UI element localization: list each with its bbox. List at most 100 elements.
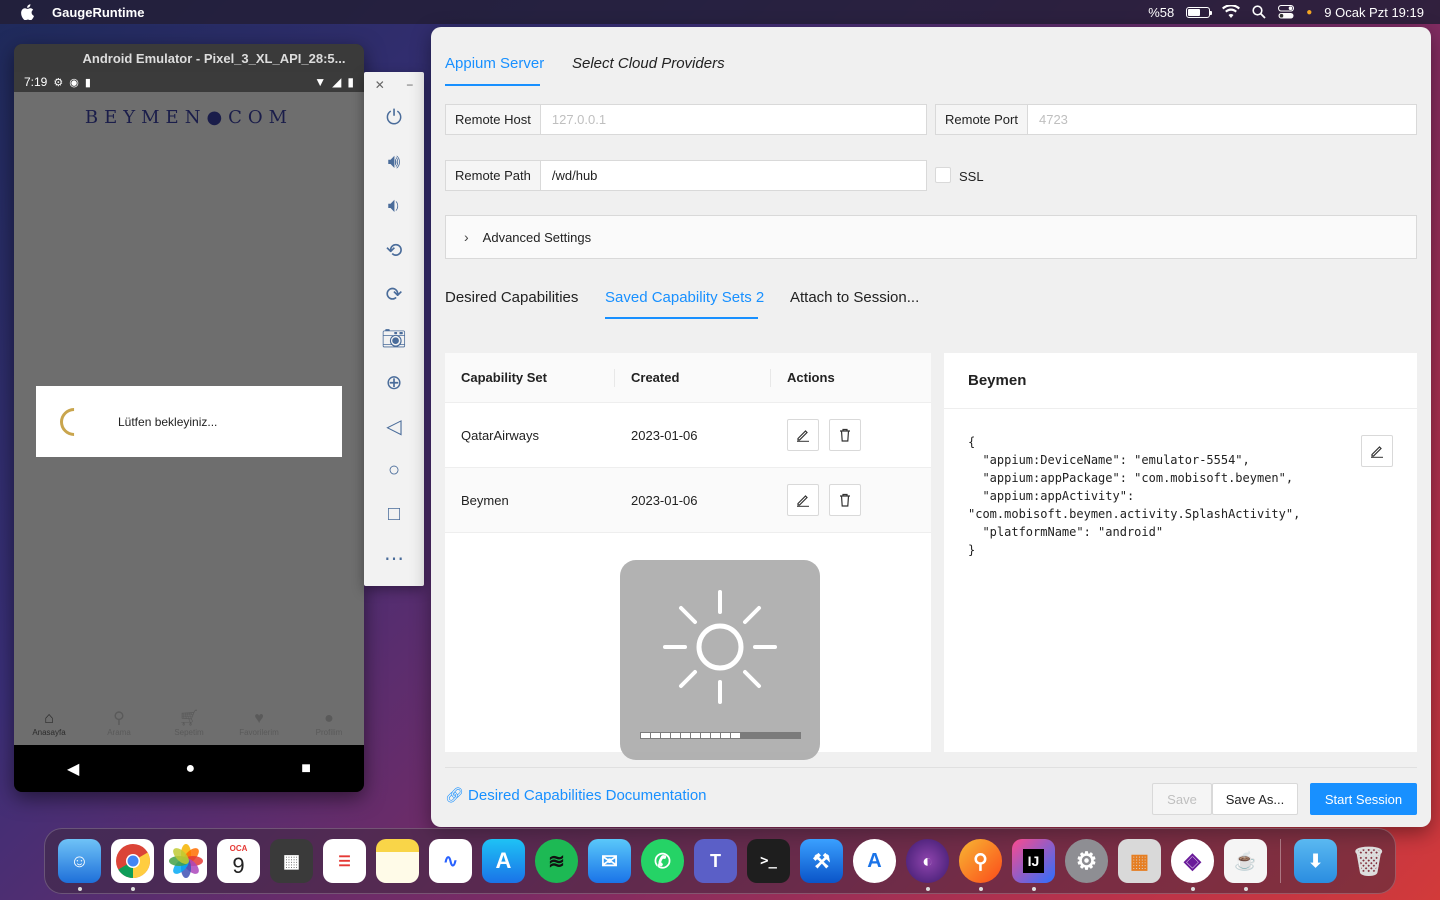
- finder-icon[interactable]: ☺: [57, 839, 102, 891]
- android-studio-icon[interactable]: A: [852, 839, 897, 883]
- emulator-toolbar: ✕ − ⏻ 🔊︎ 🔉︎ ⟲ ⟳ 📷︎ ⊕ ◁ ○ □ ⋯: [364, 72, 424, 586]
- battery-icon: ▮: [347, 75, 354, 89]
- recents-icon[interactable]: ■: [301, 760, 311, 778]
- tab-saved-capability-sets[interactable]: Saved Capability Sets 2: [605, 289, 764, 306]
- tab-attach-to-session[interactable]: Attach to Session...: [790, 289, 919, 306]
- notes-icon[interactable]: [375, 839, 420, 883]
- tab-label: Favorilerim: [239, 727, 279, 737]
- app-store-icon[interactable]: A: [481, 839, 526, 883]
- brightness-segment: [721, 733, 730, 738]
- back-icon[interactable]: ◁: [364, 404, 424, 448]
- xcode-icon[interactable]: ⚒: [799, 839, 844, 883]
- loading-text: Lütfen bekleyiniz...: [118, 414, 218, 429]
- tab-profilim[interactable]: ● Profilim: [294, 701, 364, 745]
- brightness-segment: [661, 733, 670, 738]
- advanced-settings-collapse[interactable]: › Advanced Settings: [445, 215, 1417, 259]
- spotlight-search-icon[interactable]: [1252, 5, 1266, 19]
- system-settings-icon[interactable]: ⚙: [1064, 839, 1109, 883]
- freeform-icon[interactable]: ∿: [428, 839, 473, 883]
- spotify-icon[interactable]: ≋: [534, 839, 579, 883]
- tab-cloud-providers[interactable]: Select Cloud Providers: [572, 55, 725, 72]
- control-center-icon[interactable]: [1278, 5, 1295, 19]
- trash-icon[interactable]: 🗑︎: [1347, 839, 1391, 883]
- zoom-icon[interactable]: ⊕: [364, 360, 424, 404]
- delete-button[interactable]: [829, 419, 861, 451]
- power-icon[interactable]: ⏻: [364, 96, 424, 140]
- terminal-icon[interactable]: >_: [746, 839, 791, 883]
- home-icon[interactable]: ○: [364, 448, 424, 492]
- tab-sepetim[interactable]: 🛒︎ Sepetim: [154, 701, 224, 745]
- calculator-icon[interactable]: ▦: [269, 839, 314, 883]
- tab-arama[interactable]: ⚲ Arama: [84, 701, 154, 745]
- camera-icon[interactable]: 📷︎: [364, 316, 424, 360]
- mail-icon[interactable]: ✉: [587, 839, 632, 883]
- photos-icon[interactable]: [163, 839, 208, 883]
- tab-label: Anasayfa: [32, 727, 66, 737]
- bottom-tab-bar: ⌂ Anasayfa ⚲ Arama 🛒︎ Sepetim ♥ Favorile…: [14, 701, 364, 745]
- edit-icon: [797, 430, 809, 442]
- running-indicator: [77, 887, 82, 891]
- delete-button[interactable]: [829, 484, 861, 516]
- close-icon[interactable]: ✕: [375, 78, 385, 96]
- tab-anasayfa[interactable]: ⌂ Anasayfa: [14, 701, 84, 745]
- battery-icon[interactable]: [1186, 6, 1213, 18]
- tab-favorilerim[interactable]: ♥ Favorilerim: [224, 701, 294, 745]
- chrome-icon[interactable]: [110, 839, 155, 891]
- intellij-icon[interactable]: IJ: [1011, 839, 1056, 891]
- start-session-button[interactable]: Start Session: [1310, 783, 1417, 815]
- minimize-icon[interactable]: −: [406, 78, 413, 96]
- date-time[interactable]: 9 Ocak Pzt 19:19: [1324, 5, 1424, 20]
- reminders-icon[interactable]: ☰: [322, 839, 367, 883]
- appium-icon[interactable]: ◈: [1170, 839, 1215, 891]
- save-button[interactable]: Save: [1152, 783, 1212, 815]
- apple-menu-icon[interactable]: [20, 4, 34, 20]
- wifi-icon[interactable]: [1222, 5, 1241, 19]
- table-row[interactable]: Beymen 2023-01-06: [445, 468, 931, 533]
- running-indicator: [978, 887, 983, 891]
- documentation-link[interactable]: 🔗︎ Desired Capabilities Documentation: [445, 786, 707, 805]
- rotate-left-icon[interactable]: ⟲: [364, 228, 424, 272]
- more-icon[interactable]: ⋯: [364, 536, 424, 580]
- edit-capabilities-button[interactable]: [1361, 435, 1393, 467]
- calendar-icon[interactable]: OCA 9: [216, 839, 261, 883]
- ssl-label: SSL: [959, 169, 984, 184]
- java-icon[interactable]: ☕: [1223, 839, 1268, 891]
- eclipse-icon[interactable]: ◐: [905, 839, 950, 891]
- android-screen[interactable]: BEYMEN●COM Lütfen bekleyiniz... ⌂ Anasay…: [14, 92, 364, 745]
- table-row[interactable]: QatarAirways 2023-01-06: [445, 403, 931, 468]
- remote-port-input[interactable]: [1027, 105, 1416, 134]
- edit-button[interactable]: [787, 419, 819, 451]
- emulator-title: Android Emulator - Pixel_3_XL_API_28:5..…: [14, 44, 364, 72]
- back-icon[interactable]: ◀: [67, 759, 79, 779]
- app-name[interactable]: GaugeRuntime: [52, 5, 144, 20]
- edit-button[interactable]: [787, 484, 819, 516]
- save-as-button[interactable]: Save As...: [1212, 783, 1298, 815]
- chevron-right-icon: ›: [464, 229, 469, 245]
- table-header: Capability Set Created Actions: [445, 353, 931, 403]
- volume-down-icon[interactable]: 🔉︎: [364, 184, 424, 228]
- whatsapp-icon[interactable]: ✆: [640, 839, 685, 883]
- rotate-right-icon[interactable]: ⟳: [364, 272, 424, 316]
- overview-icon[interactable]: □: [364, 492, 424, 536]
- inspector-icon[interactable]: ⚲: [958, 839, 1003, 891]
- home-button-icon[interactable]: ●: [185, 760, 195, 778]
- capability-json: { "appium:DeviceName": "emulator-5554", …: [968, 435, 1301, 557]
- capability-detail-card: Beymen { "appium:DeviceName": "emulator-…: [944, 353, 1417, 752]
- dock-separator: [1280, 839, 1281, 883]
- ssl-checkbox[interactable]: [935, 167, 951, 183]
- edit-icon: [797, 495, 809, 507]
- brightness-segment: [731, 733, 740, 738]
- running-indicator: [130, 887, 135, 891]
- remote-path-input[interactable]: [540, 161, 926, 190]
- teams-icon[interactable]: T: [693, 839, 738, 883]
- tab-appium-server[interactable]: Appium Server: [445, 55, 544, 72]
- launchpad-icon[interactable]: ▦: [1117, 839, 1162, 883]
- volume-up-icon[interactable]: 🔊︎: [364, 140, 424, 184]
- tab-desired-capabilities[interactable]: Desired Capabilities: [445, 289, 578, 306]
- active-subtab-indicator: [605, 317, 758, 319]
- brightness-segment: [671, 733, 680, 738]
- appium-inspector-window: Appium Server Select Cloud Providers Rem…: [431, 27, 1431, 827]
- remote-path-label: Remote Path: [446, 161, 541, 190]
- remote-host-input[interactable]: [540, 105, 926, 134]
- downloads-folder-icon[interactable]: ⬇: [1293, 839, 1338, 883]
